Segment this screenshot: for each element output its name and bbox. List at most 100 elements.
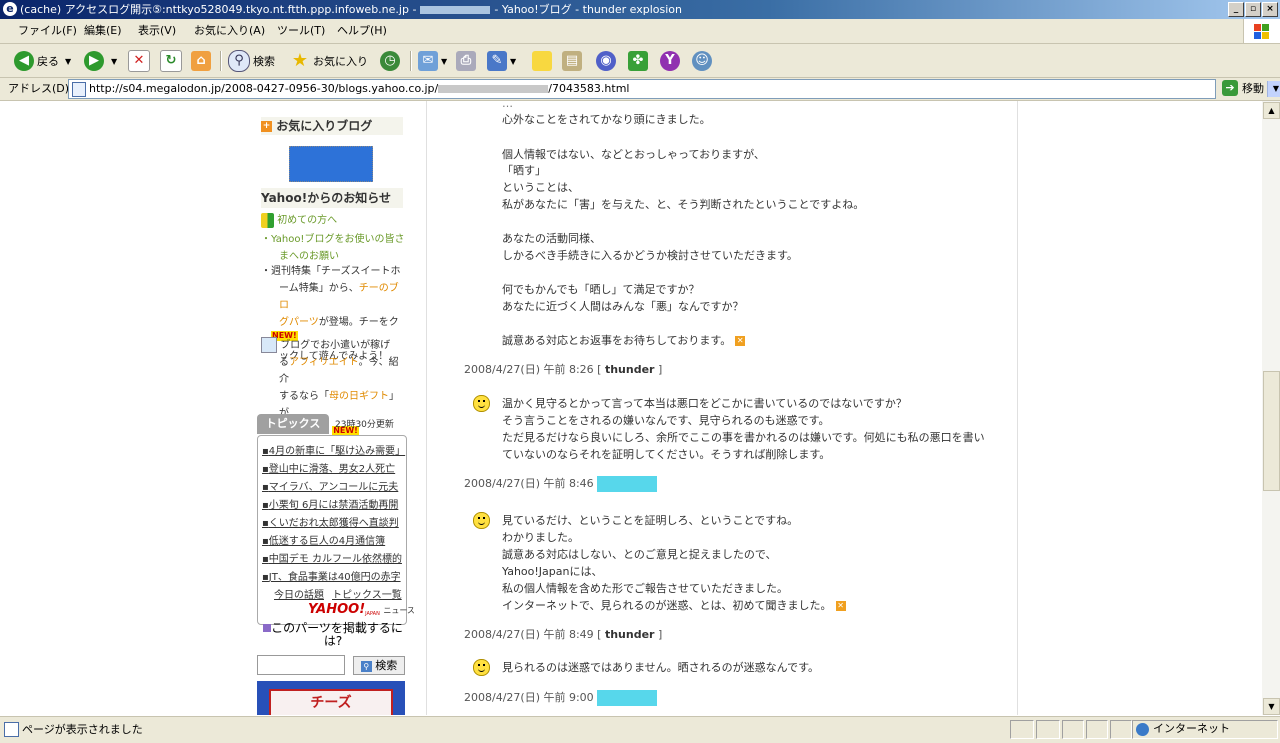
comment-timestamp: 2008/4/27(日) 午前 9:00 [464, 689, 658, 706]
comment-line: 見られるのは迷惑ではありません。晒されるのが迷惑なんです。 [502, 661, 820, 674]
list-item[interactable]: ▪登山中に滑落、男女2人死亡 [262, 460, 395, 475]
stop-button[interactable]: ✕ [128, 49, 153, 73]
favorites-button[interactable]: ★ お気に入り [290, 49, 368, 73]
list-item[interactable]: ▪低迷する巨人の4月通信簿 [262, 532, 385, 547]
back-button[interactable]: ◀ 戻る ▼ [14, 49, 71, 73]
topics-list-link[interactable]: トピックス一覧 [332, 586, 402, 601]
puzzle-button[interactable]: ✤ [628, 49, 651, 73]
plus-icon: + [261, 121, 272, 132]
edit-button[interactable]: ✎ ▼ [487, 49, 516, 73]
status-text: ページが表示されました [22, 723, 143, 736]
topics-box: ▪4月の新車に「駆け込み需要」 ▪登山中に滑落、男女2人死亡 ▪マイラバ、アンコ… [257, 435, 415, 625]
security-zone: インターネット [1136, 721, 1230, 737]
comment-author[interactable]: thunder [605, 363, 655, 376]
delete-icon[interactable]: ✕ [835, 601, 846, 611]
post-line: 誠意ある対応とお返事をお待ちしております。 ✕ [502, 334, 746, 347]
yahoo-button[interactable]: Y [660, 49, 683, 73]
menu-help[interactable]: ヘルプ(H) [337, 23, 387, 39]
comment-line: Yahoo!Japanには、 [502, 565, 603, 578]
scroll-down-icon[interactable]: ▼ [1263, 698, 1280, 715]
search-icon: ⚲ [360, 660, 372, 672]
comment-line: 私の個人情報を含めた形でご報告させていただきました。 [502, 582, 788, 595]
edit-icon: ✎ [487, 51, 507, 71]
search-button[interactable]: ⚲ 検索 [228, 49, 275, 73]
list-item[interactable]: ▪くいだおれ太郎獲得へ直談判 [262, 514, 399, 529]
chevron-down-icon[interactable]: ▼ [111, 57, 117, 66]
post-line: ということは、 [502, 181, 579, 194]
history-button[interactable]: ◷ [380, 49, 403, 73]
chevron-down-icon[interactable]: ▼ [1267, 81, 1280, 97]
notice-1[interactable]: ・Yahoo!ブログをお使いの皆さ まへのお願い [261, 231, 407, 265]
go-button[interactable]: ➔ 移動 [1222, 79, 1264, 97]
menu-favorites[interactable]: お気に入り(A) [194, 23, 265, 39]
post-line: あなたに近づく人間はみんな「悪」なんですか？ [502, 300, 744, 313]
post-line: 私があなたに「害」を与えた、と、そう判断されたということですよね。 [502, 198, 865, 211]
people-button[interactable]: ☺ [692, 49, 715, 73]
windows-logo [1243, 19, 1280, 43]
search-label: 検索 [253, 55, 275, 68]
minimize-button[interactable]: _ [1228, 2, 1244, 17]
menu-file[interactable]: ファイル(F) [18, 23, 77, 39]
menu-edit[interactable]: 編集(E) [84, 23, 122, 39]
comment-line: わかりました。 [502, 531, 579, 544]
tab-topics[interactable]: トピックス [257, 414, 329, 434]
toolbar: ◀ 戻る ▼ ▶ ▼ ✕ ↻ ⌂ ⚲ 検索 ★ お気に入り ◷ ✉ ▼ ⎙ ✎ ▼ … [0, 44, 1280, 78]
people-icon: ☺ [692, 51, 712, 71]
embed-parts-link[interactable]: このパーツを掲載するに は? [263, 622, 403, 648]
address-url[interactable]: http://s04.megalodon.jp/2008-0427-0956-3… [89, 81, 629, 97]
refresh-button[interactable]: ↻ [160, 49, 185, 73]
comment-line: 温かく見守るとかって言って本当は悪口をどこかに書いているのではないですか？ [502, 397, 907, 410]
mail-button[interactable]: ✉ ▼ [418, 49, 447, 73]
main-post-area: … 心外なことをされてかなり頭にきました。 個人情報ではない、などとおっしゃって… [426, 101, 1018, 715]
back-arrow-icon: ◀ [14, 51, 34, 71]
vertical-scrollbar[interactable]: ▲ ▼ [1262, 101, 1280, 715]
menu-view[interactable]: 表示(V) [138, 23, 176, 39]
yahoo-news-logo[interactable]: YAHOO!JAPAN ニュース [308, 602, 415, 617]
chevron-down-icon[interactable]: ▼ [65, 57, 71, 66]
list-item[interactable]: ▪マイラバ、アンコールに元夫 [262, 478, 398, 493]
forward-arrow-icon: ▶ [84, 51, 104, 71]
smiley-icon [473, 659, 490, 676]
note-button[interactable] [532, 49, 555, 73]
redacted-author-blur [597, 690, 658, 706]
list-item[interactable]: ▪小栗旬 6月には禁酒活動再開 [262, 496, 398, 511]
post-line: あなたの活動同様、 [502, 232, 601, 245]
page-done-icon [4, 722, 19, 737]
print-button[interactable]: ⎙ [456, 49, 479, 73]
today-topic-link[interactable]: 今日の話題 [274, 586, 324, 601]
cheese-banner[interactable]: チーズ [257, 681, 405, 715]
go-arrow-icon: ➔ [1222, 80, 1238, 96]
list-item[interactable]: ▪JT、食品事業は40億円の赤字 [262, 568, 401, 583]
list-item[interactable]: ▪4月の新車に「駆け込み需要」 [262, 442, 405, 457]
search-button[interactable]: ⚲ 検索 [353, 656, 405, 675]
mail-icon: ✉ [418, 51, 438, 71]
comment-author[interactable]: thunder [605, 628, 655, 641]
comment-timestamp: 2008/4/27(日) 午前 8:26 [ thunder ] [464, 363, 663, 376]
search-input[interactable] [257, 655, 345, 675]
redacted-blur [438, 85, 549, 93]
close-button[interactable]: × [1262, 2, 1278, 17]
menu-tools[interactable]: ツール(T) [277, 23, 325, 39]
delete-icon[interactable]: ✕ [735, 336, 746, 346]
research-button[interactable]: ▤ [562, 49, 585, 73]
messenger-button[interactable]: ◉ [596, 49, 619, 73]
favorites-label: お気に入り [313, 55, 368, 68]
home-button[interactable]: ⌂ [191, 49, 214, 73]
address-input[interactable]: http://s04.megalodon.jp/2008-0427-0956-3… [68, 79, 1280, 99]
beginner-mark-icon [261, 212, 274, 228]
fav-blog-banner[interactable] [289, 146, 373, 182]
scroll-up-icon[interactable]: ▲ [1263, 102, 1280, 119]
first-time-link[interactable]: 初めての方へ [261, 212, 337, 229]
redacted-author-blur [597, 476, 658, 492]
list-item[interactable]: ▪中国デモ カルフール依然標的 [262, 550, 402, 565]
scroll-thumb[interactable] [1263, 371, 1280, 491]
chevron-down-icon[interactable]: ▼ [510, 57, 516, 66]
forward-button[interactable]: ▶ ▼ [84, 49, 117, 73]
chevron-down-icon[interactable]: ▼ [441, 57, 447, 66]
window-title: (cache) アクセスログ開示⑤:nttkyo528049.tkyo.nt.f… [20, 3, 682, 16]
post-line: 個人情報ではない、などとおっしゃっておりますが、 [502, 148, 765, 161]
parts-icon [263, 624, 272, 632]
comment-line: ていないのならそれを証明してください。そうすれば削除します。 [502, 448, 831, 461]
maximize-button[interactable]: ▫ [1245, 2, 1261, 17]
banner-text: チーズ [269, 689, 393, 715]
